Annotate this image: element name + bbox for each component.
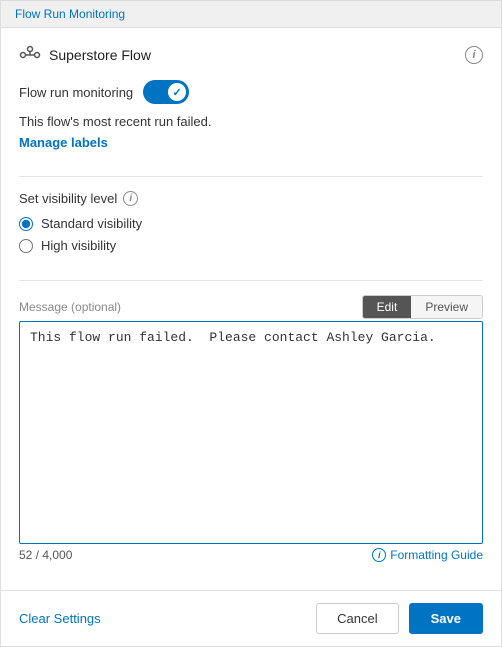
- formatting-info-icon: i: [372, 548, 386, 562]
- visibility-section-label: Set visibility level: [19, 191, 117, 206]
- edit-preview-tabs: Edit Preview: [362, 295, 483, 319]
- action-buttons: Cancel Save: [316, 603, 483, 634]
- cancel-button[interactable]: Cancel: [316, 603, 398, 634]
- formatting-guide-link[interactable]: i Formatting Guide: [372, 548, 483, 562]
- message-section: Message (optional) Edit Preview This flo…: [19, 295, 483, 574]
- toggle-checkmark: ✓: [173, 86, 182, 99]
- flow-icon: [19, 44, 41, 66]
- high-visibility-radio[interactable]: [19, 239, 33, 253]
- message-label: Message (optional): [19, 300, 121, 314]
- standard-visibility-radio[interactable]: [19, 217, 33, 231]
- visibility-section: Set visibility level i Standard visibili…: [19, 191, 483, 260]
- main-panel: Flow Run Monitoring Superstore Flow i: [0, 0, 502, 647]
- clear-settings-button[interactable]: Clear Settings: [19, 611, 101, 626]
- preview-tab[interactable]: Preview: [411, 296, 482, 318]
- char-count: 52 / 4,000: [19, 548, 72, 562]
- flow-monitoring-toggle[interactable]: ✓: [143, 80, 189, 104]
- flow-header: Superstore Flow i: [19, 44, 483, 66]
- message-textarea[interactable]: This flow run failed. Please contact Ash…: [19, 321, 483, 544]
- failed-message: This flow's most recent run failed.: [19, 114, 483, 129]
- content-area: Superstore Flow i Flow run monitoring ✓ …: [1, 28, 501, 590]
- save-button[interactable]: Save: [409, 603, 483, 634]
- manage-labels-link[interactable]: Manage labels: [19, 135, 483, 150]
- high-visibility-row: High visibility: [19, 238, 483, 253]
- flow-name: Superstore Flow: [49, 47, 151, 63]
- standard-visibility-row: Standard visibility: [19, 216, 483, 231]
- flow-title-row: Superstore Flow: [19, 44, 151, 66]
- breadcrumb: Flow Run Monitoring: [1, 1, 501, 28]
- divider-2: [19, 280, 483, 281]
- formatting-guide-text: Formatting Guide: [390, 548, 483, 562]
- message-header: Message (optional) Edit Preview: [19, 295, 483, 319]
- toggle-label: Flow run monitoring: [19, 85, 133, 100]
- edit-tab[interactable]: Edit: [363, 296, 412, 318]
- visibility-label-row: Set visibility level i: [19, 191, 483, 206]
- message-footer: 52 / 4,000 i Formatting Guide: [19, 548, 483, 562]
- flow-info-icon[interactable]: i: [465, 46, 483, 64]
- bottom-bar: Clear Settings Cancel Save: [1, 590, 501, 646]
- standard-visibility-label[interactable]: Standard visibility: [41, 216, 142, 231]
- breadcrumb-text: Flow Run Monitoring: [15, 7, 125, 21]
- divider: [19, 176, 483, 177]
- high-visibility-label[interactable]: High visibility: [41, 238, 116, 253]
- toggle-row: Flow run monitoring ✓: [19, 80, 483, 104]
- visibility-info-icon[interactable]: i: [123, 191, 138, 206]
